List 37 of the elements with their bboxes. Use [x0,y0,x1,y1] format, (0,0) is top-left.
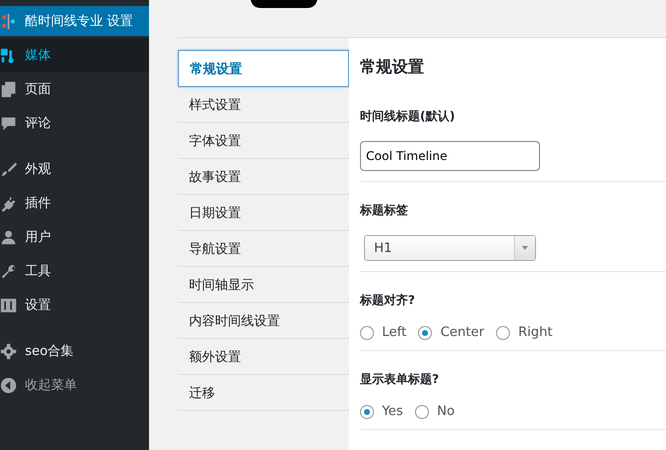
timeline-icon [0,12,17,30]
radio-button[interactable] [360,404,374,418]
radio-label: Center [440,325,484,340]
pages-icon [0,80,17,98]
sliders-icon [0,296,17,314]
radio-label: No [437,404,455,419]
radio-button[interactable] [360,326,374,340]
sidebar-item[interactable]: 工具 [0,254,149,288]
radio-label: Yes [382,404,403,419]
sidebar-item[interactable]: 酷时间线专业 设置 [0,6,149,36]
plug-icon [0,194,17,212]
radio-button[interactable] [496,326,510,340]
panel-title: 常规设置 [360,57,425,78]
brush-icon [0,160,17,178]
wrench-icon [0,262,17,280]
radio-button[interactable] [418,326,432,340]
field-label: 标题标签 [360,202,409,219]
sidebar-item[interactable]: 插件 [0,186,149,220]
sidebar-item[interactable]: 收起菜单 [0,368,149,402]
sidebar-item[interactable]: 媒体 [0,38,149,72]
sidebar-item[interactable]: seo合集 [0,334,149,368]
radio-label: Right [518,325,552,340]
field-label: 显示表单标题? [360,371,440,388]
select-dropdown[interactable]: H1 [364,235,536,261]
radio-label: Left [382,325,406,340]
radio-button[interactable] [415,404,429,418]
field-label: 标题对齐? [360,292,416,309]
sidebar-item[interactable]: 外观 [0,152,149,186]
sidebar-item[interactable]: 设置 [0,288,149,322]
sidebar-item[interactable]: 页面 [0,72,149,106]
field-label: 时间线标题(默认) [360,108,456,125]
sidebar-item[interactable]: 用户 [0,220,149,254]
sidebar-item[interactable]: 评论 [0,106,149,140]
settings-tab[interactable]: 常规设置 [178,50,349,87]
text-input[interactable]: Cool Timeline [360,141,540,171]
user-icon [0,228,17,246]
comment-icon [0,114,17,132]
